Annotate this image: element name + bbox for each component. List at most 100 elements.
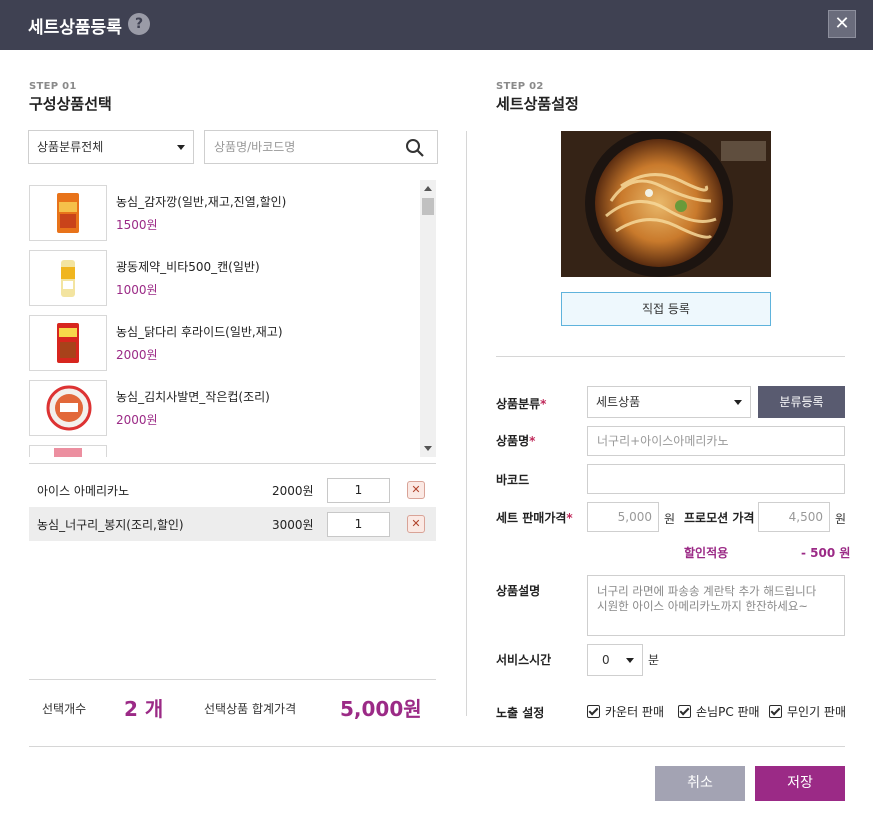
product-list[interactable]: 농심_감자깡(일반,재고,진열,할인) 1500원 광동제약_비타500_캔(일… [29, 180, 436, 457]
product-name-placeholder: 너구리+아이스아메리카노 [597, 434, 729, 448]
discount-value: - 500 원 [801, 546, 851, 560]
search-placeholder: 상품명/바코드명 [214, 140, 296, 154]
description-line: 너구리 라면에 파송송 계란탁 추가 해드립니다 [597, 584, 817, 598]
close-button[interactable]: ✕ [828, 10, 856, 38]
total-price-label: 선택상품 합계가격 [204, 702, 297, 716]
chevron-down-icon [177, 145, 185, 150]
category-filter-select[interactable]: 상품분류전체 [28, 130, 194, 164]
selected-item-row: 아이스 아메리카노 2000원 1 ✕ [29, 473, 436, 507]
selected-count-label: 선택개수 [42, 702, 87, 716]
list-item[interactable] [29, 445, 419, 457]
product-list-scrollbar[interactable] [420, 180, 436, 457]
remove-item-button[interactable]: ✕ [407, 515, 425, 533]
save-button[interactable]: 저장 [755, 766, 845, 801]
step1-label: STEP 01 [29, 81, 77, 92]
promo-price-unit: 원 [835, 512, 847, 526]
can-drink-image [61, 260, 75, 297]
sale-price-unit: 원 [664, 512, 676, 526]
product-thumbnail [29, 445, 107, 457]
customer-pc-sale-checkbox[interactable]: 손님PC 판매 [678, 703, 760, 720]
scroll-down-icon[interactable] [424, 446, 432, 451]
cup-noodle-image [46, 385, 92, 431]
cancel-button[interactable]: 취소 [655, 766, 745, 801]
product-name: 농심_감자깡(일반,재고,진열,할인) [116, 195, 287, 209]
description-label: 상품설명 [496, 584, 541, 598]
category-value: 세트상품 [596, 395, 641, 409]
dialog-titlebar: 세트상품등록 ? ✕ [0, 0, 873, 50]
list-item[interactable]: 광동제약_비타500_캔(일반) 1000원 [29, 250, 419, 306]
barcode-label: 바코드 [496, 473, 530, 487]
list-item[interactable]: 농심_김치사발면_작은컵(조리) 2000원 [29, 380, 419, 436]
step1-title: 구성상품선택 [29, 95, 112, 113]
category-register-button[interactable]: 분류등록 [758, 386, 845, 418]
divider [496, 356, 845, 357]
checkbox-checked-icon [587, 705, 600, 718]
barcode-input[interactable] [587, 464, 845, 494]
column-divider [466, 131, 467, 716]
product-thumbnail [29, 380, 107, 436]
sale-price-label: 세트 판매가격* [496, 511, 573, 525]
scroll-thumb[interactable] [422, 198, 434, 215]
set-product-image [561, 131, 771, 277]
product-name-input[interactable]: 너구리+아이스아메리카노 [587, 426, 845, 456]
selected-item-name: 농심_너구리_봉지(조리,할인) [37, 518, 184, 532]
divider [29, 463, 436, 464]
discount-label: 할인적용 [684, 546, 729, 560]
product-price: 1500원 [116, 218, 158, 232]
step2-label: STEP 02 [496, 81, 544, 92]
product-thumbnail [29, 315, 107, 371]
product-thumbnail [29, 185, 107, 241]
chevron-down-icon [626, 658, 634, 663]
product-thumbnail [29, 250, 107, 306]
description-line: 시원한 아이스 아메리카노까지 한잔하세요~ [597, 599, 809, 613]
list-item[interactable]: 농심_감자깡(일반,재고,진열,할인) 1500원 [29, 185, 419, 241]
product-price: 1000원 [116, 283, 158, 297]
kiosk-sale-checkbox[interactable]: 무인기 판매 [769, 703, 846, 720]
quantity-input[interactable]: 1 [327, 512, 390, 537]
category-label: 상품분류* [496, 397, 547, 411]
footer-divider [29, 746, 845, 747]
chevron-down-icon [734, 400, 742, 405]
description-textarea[interactable]: 너구리 라면에 파송송 계란탁 추가 해드립니다 시원한 아이스 아메리카노까지… [587, 575, 845, 636]
help-icon[interactable]: ? [128, 13, 150, 35]
checkbox-checked-icon [769, 705, 782, 718]
product-name: 광동제약_비타500_캔(일반) [116, 260, 260, 274]
selected-item-row: 농심_너구리_봉지(조리,할인) 3000원 1 ✕ [29, 507, 436, 541]
remove-item-button[interactable]: ✕ [407, 481, 425, 499]
service-time-select[interactable]: 0 [587, 644, 643, 676]
direct-register-button[interactable]: 직접 등록 [561, 292, 771, 326]
snack-package-image [57, 323, 79, 363]
selected-item-price: 3000원 [272, 518, 314, 532]
service-time-unit: 분 [648, 653, 660, 667]
promo-price-label: 프로모션 가격 [684, 511, 755, 525]
product-name: 농심_닭다리 후라이드(일반,재고) [116, 325, 283, 339]
checkbox-checked-icon [678, 705, 691, 718]
sale-price-placeholder: 5,000 [617, 510, 652, 524]
service-time-value: 0 [602, 653, 610, 667]
dialog-title: 세트상품등록 [28, 18, 122, 38]
product-search-input[interactable]: 상품명/바코드명 [204, 130, 438, 164]
product-price: 2000원 [116, 413, 158, 427]
product-name: 농심_김치사발면_작은컵(조리) [116, 390, 270, 404]
promo-price-input[interactable]: 4,500 [758, 502, 830, 532]
category-select[interactable]: 세트상품 [587, 386, 751, 418]
product-price: 2000원 [116, 348, 158, 362]
exposure-label: 노출 설정 [496, 706, 545, 720]
quantity-input[interactable]: 1 [327, 478, 390, 503]
counter-sale-checkbox[interactable]: 카운터 판매 [587, 703, 664, 720]
promo-price-placeholder: 4,500 [788, 510, 823, 524]
divider [29, 679, 436, 680]
close-icon: ✕ [411, 483, 421, 496]
category-filter-value: 상품분류전체 [37, 140, 104, 154]
snack-package-image [57, 193, 79, 233]
scroll-up-icon[interactable] [424, 186, 432, 191]
product-name-label: 상품명* [496, 434, 536, 448]
selected-item-price: 2000원 [272, 484, 314, 498]
list-item[interactable]: 농심_닭다리 후라이드(일반,재고) 2000원 [29, 315, 419, 371]
selected-count-value: 2 개 [124, 697, 164, 721]
search-icon[interactable] [405, 138, 425, 158]
close-icon: ✕ [411, 517, 421, 530]
total-price-value: 5,000원 [340, 697, 422, 721]
sale-price-input[interactable]: 5,000 [587, 502, 659, 532]
step2-title: 세트상품설정 [496, 95, 579, 113]
